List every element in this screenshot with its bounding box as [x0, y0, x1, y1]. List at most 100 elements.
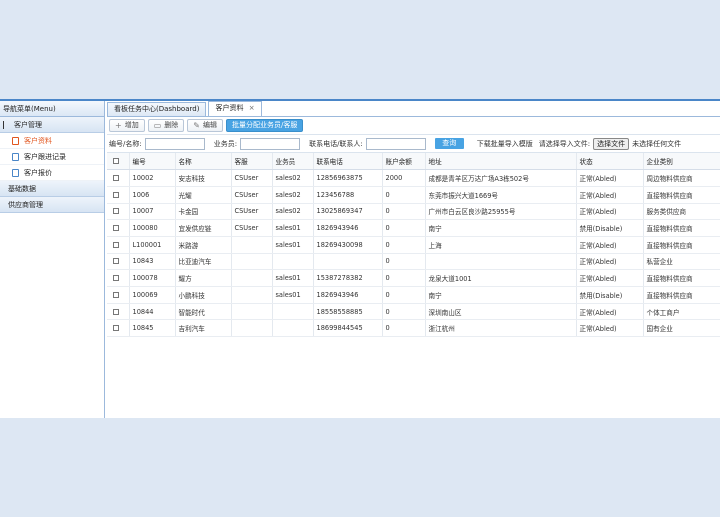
table-cell: 直接物料供应商: [643, 186, 720, 204]
choose-file-button[interactable]: 选择文件: [593, 137, 630, 150]
column-header[interactable]: 名称: [175, 153, 232, 171]
table-cell: CSUser: [231, 186, 273, 204]
table-row[interactable]: 10844 智能时代 18558558885 0 深圳南山区 正常(Abled) 个体工商户: [107, 303, 720, 321]
table-cell: [313, 253, 383, 271]
sidebar-group-label: 客户管理: [14, 121, 42, 129]
column-header[interactable]: 状态: [576, 153, 644, 171]
row-select-cell[interactable]: [107, 303, 130, 321]
row-checkbox[interactable]: [113, 308, 119, 315]
table-cell: 私营企业: [643, 253, 720, 271]
table-row[interactable]: 10843 比亚迪汽车 0 正常(Abled) 私营企业: [107, 253, 720, 271]
table-cell: 南宁: [425, 286, 577, 304]
table-row[interactable]: 100080 宜发供应链 CSUser sales01 1826943946 0 南宁 禁用(…: [107, 219, 720, 237]
tab-customer-info[interactable]: 客户资料 ×: [208, 101, 262, 116]
sidebar-group-customer[interactable]: 客户管理: [0, 117, 104, 133]
row-checkbox[interactable]: [113, 291, 119, 298]
code-name-label: 编号/名称:: [109, 139, 142, 148]
table-cell: [272, 253, 314, 271]
table-cell: 广州市白云区良沙路25955号: [425, 203, 577, 221]
table-cell: 10845: [129, 319, 176, 338]
sidebar-group-supplier[interactable]: 供应商管理: [0, 197, 104, 213]
table-cell: 宜发供应链: [175, 219, 232, 237]
table-cell: sales02: [272, 203, 314, 221]
table-cell: 100078: [129, 269, 176, 287]
close-icon[interactable]: ×: [249, 104, 255, 112]
contact-label: 联系电话/联系人:: [309, 139, 363, 148]
row-select-cell[interactable]: [107, 286, 130, 304]
plus-icon: +: [115, 121, 122, 130]
table-row[interactable]: 10845 吉利汽车 18699844545 0 浙江杭州 正常(Abled) 国有企业: [107, 319, 720, 338]
table-cell: 禁用(Disable): [576, 219, 644, 237]
row-checkbox[interactable]: [113, 241, 119, 248]
table-cell: sales02: [272, 169, 314, 187]
table-cell: sales01: [272, 286, 314, 304]
sidebar-item-customer-info[interactable]: 客户资料: [0, 133, 104, 149]
row-select-cell[interactable]: [107, 269, 130, 287]
table-row[interactable]: 10002 安志科技 CSUser sales02 12856963875 2000 成都是…: [107, 169, 720, 187]
row-select-cell[interactable]: [107, 203, 130, 221]
delete-label: 删除: [164, 121, 179, 129]
contact-input[interactable]: [365, 137, 426, 150]
column-header[interactable]: 地址: [425, 153, 577, 171]
select-all-checkbox[interactable]: [113, 158, 119, 165]
column-header[interactable]: 账户余额: [382, 153, 426, 171]
column-header[interactable]: 联系电话: [313, 153, 383, 171]
table-row[interactable]: 10007 卡金园 CSUser sales02 13025869347 0 广州市白云区良…: [107, 203, 720, 221]
row-checkbox[interactable]: [113, 225, 119, 232]
sidebar-item-followup[interactable]: 客户跟进记录: [0, 149, 104, 165]
table-cell: [272, 319, 314, 338]
download-template-link[interactable]: 下载批量导入模版: [477, 139, 533, 149]
sidebar-item-quote[interactable]: 客户报价: [0, 165, 104, 181]
row-select-cell[interactable]: [107, 236, 130, 254]
row-select-cell[interactable]: [107, 253, 130, 271]
table-cell: 正常(Abled): [576, 303, 644, 321]
sidebar-item-label: 客户资料: [24, 136, 52, 145]
row-checkbox[interactable]: [113, 208, 119, 215]
add-button[interactable]: + 增加: [109, 119, 145, 132]
table-cell: 12856963875: [313, 169, 383, 187]
code-name-input[interactable]: [144, 137, 205, 150]
navigation-sidebar: 导航菜单(Menu) 客户管理 客户资料 客户跟进记录 客户报价 基础数据 供应…: [0, 101, 105, 418]
row-select-cell[interactable]: [107, 319, 130, 338]
column-header[interactable]: 业务员: [272, 153, 314, 171]
delete-button[interactable]: ▭ 删除: [147, 119, 185, 132]
table-row[interactable]: L100001 米路游 sales01 18269430098 0 上海 正常(Abled)…: [107, 236, 720, 254]
table-cell: 正常(Abled): [576, 169, 644, 187]
table-cell: 耀方: [175, 269, 232, 287]
table-cell: 直接物料供应商: [643, 236, 720, 254]
column-header[interactable]: 客服: [231, 153, 273, 171]
table-row[interactable]: 1006 光耀 CSUser sales02 123456788 0 东莞市振兴大道1669…: [107, 186, 720, 204]
table-cell: 0: [382, 303, 426, 321]
row-checkbox[interactable]: [113, 191, 119, 198]
column-header[interactable]: 编号: [129, 153, 176, 171]
column-header[interactable]: 企业类别: [643, 153, 720, 171]
table-row[interactable]: 100078 耀方 sales01 15387278382 0 龙泉大道1001 正常(Ab…: [107, 269, 720, 287]
batch-assign-button[interactable]: 批量分配业务员/客服: [225, 119, 304, 132]
sidebar-header: 导航菜单(Menu): [0, 101, 104, 117]
table-cell: 直接物料供应商: [643, 286, 720, 304]
document-icon: [12, 136, 19, 145]
customer-table: 编号 名称 客服 业务员 联系电话 账户余额 地址 状态 企业类别 10002 安…: [107, 153, 720, 338]
edit-button[interactable]: ✎ 编辑: [187, 119, 223, 132]
table-cell: 18269430098: [313, 236, 383, 254]
table-cell: 1826943946: [313, 286, 383, 304]
row-select-cell[interactable]: [107, 219, 130, 237]
tab-dashboard[interactable]: 看板任务中心(Dashboard): [107, 102, 207, 116]
table-cell: 小鹏科技: [175, 286, 232, 304]
sidebar-group-basic-data[interactable]: 基础数据: [0, 181, 104, 197]
table-row[interactable]: 100069 小鹏科技 sales01 1826943946 0 南宁 禁用(Disable…: [107, 286, 720, 304]
select-all-cell[interactable]: [107, 153, 130, 171]
row-checkbox[interactable]: [113, 258, 119, 265]
row-checkbox[interactable]: [113, 175, 119, 182]
row-select-cell[interactable]: [107, 169, 130, 187]
query-button[interactable]: 查询: [434, 138, 464, 149]
app-window: 导航菜单(Menu) 客户管理 客户资料 客户跟进记录 客户报价 基础数据 供应…: [0, 99, 720, 418]
row-checkbox[interactable]: [113, 325, 119, 332]
table-cell: [231, 253, 273, 271]
table-cell: 周边物料供应商: [643, 169, 720, 187]
row-checkbox[interactable]: [113, 275, 119, 282]
table-cell: [231, 319, 273, 338]
sales-input[interactable]: [240, 137, 301, 150]
row-select-cell[interactable]: [107, 186, 130, 204]
table-cell: sales01: [272, 269, 314, 287]
